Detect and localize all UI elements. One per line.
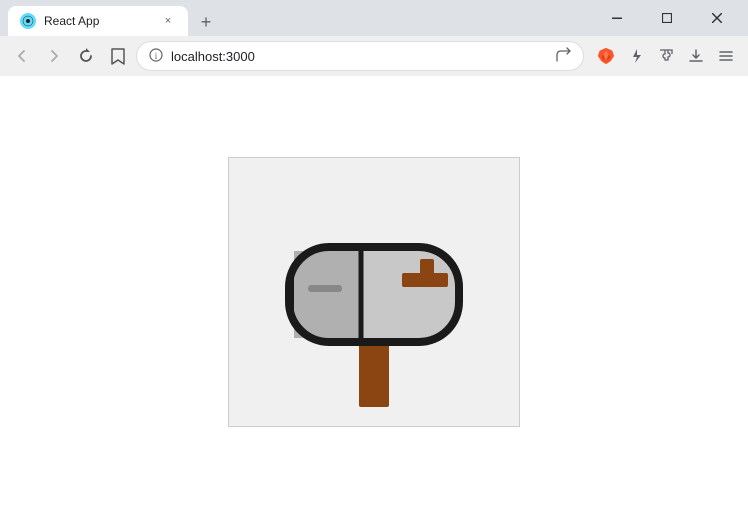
svg-text:i: i [155, 51, 158, 61]
forward-button[interactable] [40, 42, 68, 70]
reload-button[interactable] [72, 42, 100, 70]
extensions-puzzle-icon[interactable] [652, 42, 680, 70]
address-bar[interactable]: i localhost:3000 [136, 41, 584, 71]
browser-chrome: React App × + [0, 0, 748, 76]
minimize-button[interactable] [594, 2, 640, 34]
menu-icon[interactable] [712, 42, 740, 70]
close-button[interactable] [694, 2, 740, 34]
title-bar: React App × + [0, 0, 748, 36]
back-button[interactable] [8, 42, 36, 70]
tabs-area: React App × + [8, 0, 586, 36]
window-controls [594, 2, 740, 34]
address-text: localhost:3000 [171, 49, 548, 64]
security-icon: i [149, 48, 163, 65]
active-tab[interactable]: React App × [8, 6, 188, 36]
mailbox-svg [264, 177, 484, 407]
nav-bar: i localhost:3000 [0, 36, 748, 76]
page-content [0, 76, 748, 508]
bookmark-button[interactable] [104, 42, 132, 70]
extensions-area [592, 42, 740, 70]
share-icon[interactable] [556, 47, 571, 65]
tab-close-button[interactable]: × [160, 13, 176, 29]
mailbox-container [228, 157, 520, 427]
extension-icon[interactable] [622, 42, 650, 70]
tab-favicon [20, 13, 36, 29]
download-icon[interactable] [682, 42, 710, 70]
new-tab-button[interactable]: + [192, 8, 220, 36]
tab-title: React App [44, 14, 152, 28]
maximize-button[interactable] [644, 2, 690, 34]
brave-icon[interactable] [592, 42, 620, 70]
